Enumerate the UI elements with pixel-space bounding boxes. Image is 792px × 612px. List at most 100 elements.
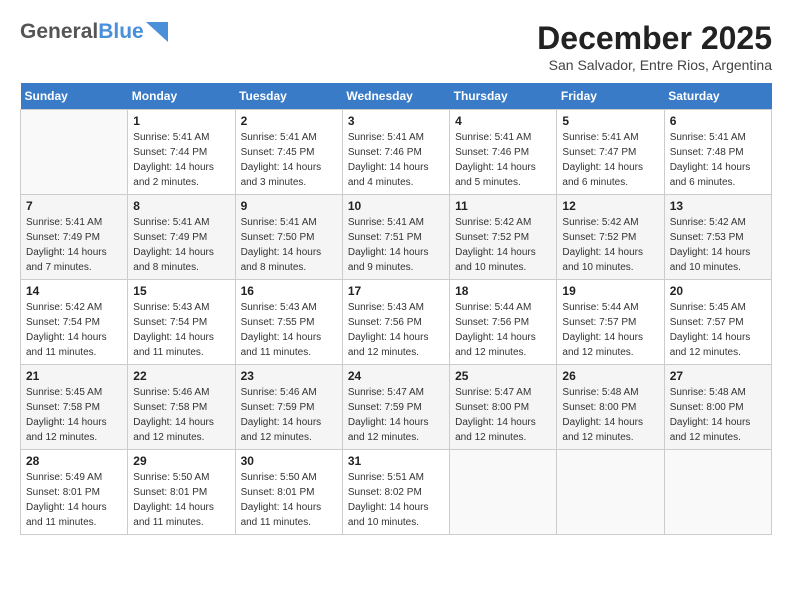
day-info: Sunrise: 5:43 AMSunset: 7:55 PMDaylight:… [241,300,337,360]
calendar-cell: 15Sunrise: 5:43 AMSunset: 7:54 PMDayligh… [128,280,235,365]
day-info: Sunrise: 5:42 AMSunset: 7:54 PMDaylight:… [26,300,122,360]
day-number: 11 [455,199,551,213]
day-number: 5 [562,114,658,128]
day-info: Sunrise: 5:41 AMSunset: 7:45 PMDaylight:… [241,130,337,190]
day-info: Sunrise: 5:41 AMSunset: 7:49 PMDaylight:… [26,215,122,275]
day-info: Sunrise: 5:49 AMSunset: 8:01 PMDaylight:… [26,470,122,530]
day-info: Sunrise: 5:47 AMSunset: 7:59 PMDaylight:… [348,385,444,445]
day-info: Sunrise: 5:46 AMSunset: 7:58 PMDaylight:… [133,385,229,445]
day-number: 9 [241,199,337,213]
calendar-cell: 1Sunrise: 5:41 AMSunset: 7:44 PMDaylight… [128,110,235,195]
day-number: 2 [241,114,337,128]
day-number: 16 [241,284,337,298]
day-info: Sunrise: 5:41 AMSunset: 7:48 PMDaylight:… [670,130,766,190]
day-info: Sunrise: 5:48 AMSunset: 8:00 PMDaylight:… [562,385,658,445]
calendar-cell: 19Sunrise: 5:44 AMSunset: 7:57 PMDayligh… [557,280,664,365]
calendar-cell: 4 Sunrise: 5:41 AMSunset: 7:46 PMDaylight… [450,110,557,195]
day-number: 7 [26,199,122,213]
calendar-cell: 2 Sunrise: 5:41 AMSunset: 7:45 PMDaylight… [235,110,342,195]
logo-general: General [20,20,98,44]
day-info: Sunrise: 5:48 AMSunset: 8:00 PMDaylight:… [670,385,766,445]
col-monday: Monday [128,83,235,110]
calendar-cell [664,450,771,535]
location: San Salvador, Entre Rios, Argentina [537,57,772,73]
calendar-cell: 6 Sunrise: 5:41 AMSunset: 7:48 PMDaylight… [664,110,771,195]
calendar-cell: 26 Sunrise: 5:48 AMSunset: 8:00 PMDayligh… [557,365,664,450]
day-number: 29 [133,454,229,468]
calendar-cell: 13 Sunrise: 5:42 AMSunset: 7:53 PMDayligh… [664,195,771,280]
calendar-week-3: 14 Sunrise: 5:42 AMSunset: 7:54 PMDayligh… [21,280,772,365]
calendar-cell: 29 Sunrise: 5:50 AMSunset: 8:01 PMDayligh… [128,450,235,535]
calendar-table: Sunday Monday Tuesday Wednesday Thursday… [20,83,772,535]
calendar-cell: 11 Sunrise: 5:42 AMSunset: 7:52 PMDayligh… [450,195,557,280]
day-info: Sunrise: 5:41 AMSunset: 7:46 PMDaylight:… [455,130,551,190]
day-info: Sunrise: 5:47 AMSunset: 8:00 PMDaylight:… [455,385,551,445]
month-title: December 2025 [537,20,772,57]
day-number: 6 [670,114,766,128]
calendar-cell: 7 Sunrise: 5:41 AMSunset: 7:49 PMDaylight… [21,195,128,280]
logo-blue: Blue [98,20,144,44]
logo-icon [146,22,168,42]
calendar-week-2: 7 Sunrise: 5:41 AMSunset: 7:49 PMDaylight… [21,195,772,280]
day-info: Sunrise: 5:42 AMSunset: 7:53 PMDaylight:… [670,215,766,275]
day-number: 3 [348,114,444,128]
calendar-cell: 31 Sunrise: 5:51 AMSunset: 8:02 PMDayligh… [342,450,449,535]
day-number: 13 [670,199,766,213]
day-number: 14 [26,284,122,298]
col-wednesday: Wednesday [342,83,449,110]
calendar-cell: 23Sunrise: 5:46 AMSunset: 7:59 PMDayligh… [235,365,342,450]
col-saturday: Saturday [664,83,771,110]
day-info: Sunrise: 5:43 AMSunset: 7:56 PMDaylight:… [348,300,444,360]
day-number: 30 [241,454,337,468]
day-info: Sunrise: 5:42 AMSunset: 7:52 PMDaylight:… [455,215,551,275]
col-thursday: Thursday [450,83,557,110]
calendar-cell [21,110,128,195]
calendar-cell: 12 Sunrise: 5:42 AMSunset: 7:52 PMDayligh… [557,195,664,280]
day-number: 25 [455,369,551,383]
calendar-cell: 16 Sunrise: 5:43 AMSunset: 7:55 PMDayligh… [235,280,342,365]
day-number: 4 [455,114,551,128]
day-number: 28 [26,454,122,468]
calendar-cell: 20 Sunrise: 5:45 AMSunset: 7:57 PMDayligh… [664,280,771,365]
day-info: Sunrise: 5:50 AMSunset: 8:01 PMDaylight:… [133,470,229,530]
day-number: 12 [562,199,658,213]
day-info: Sunrise: 5:41 AMSunset: 7:46 PMDaylight:… [348,130,444,190]
calendar-cell: 22 Sunrise: 5:46 AMSunset: 7:58 PMDayligh… [128,365,235,450]
day-number: 21 [26,369,122,383]
day-number: 15 [133,284,229,298]
calendar-cell: 10 Sunrise: 5:41 AMSunset: 7:51 PMDayligh… [342,195,449,280]
day-number: 10 [348,199,444,213]
calendar-cell [557,450,664,535]
day-info: Sunrise: 5:41 AMSunset: 7:49 PMDaylight:… [133,215,229,275]
calendar-cell: 27 Sunrise: 5:48 AMSunset: 8:00 PMDayligh… [664,365,771,450]
day-info: Sunrise: 5:44 AMSunset: 7:56 PMDaylight:… [455,300,551,360]
col-friday: Friday [557,83,664,110]
day-info: Sunrise: 5:45 AMSunset: 7:58 PMDaylight:… [26,385,122,445]
day-info: Sunrise: 5:44 AMSunset: 7:57 PMDaylight:… [562,300,658,360]
calendar-cell: 18 Sunrise: 5:44 AMSunset: 7:56 PMDayligh… [450,280,557,365]
day-number: 18 [455,284,551,298]
calendar-cell [450,450,557,535]
col-tuesday: Tuesday [235,83,342,110]
calendar-cell: 17Sunrise: 5:43 AMSunset: 7:56 PMDayligh… [342,280,449,365]
day-info: Sunrise: 5:51 AMSunset: 8:02 PMDaylight:… [348,470,444,530]
calendar-cell: 30 Sunrise: 5:50 AMSunset: 8:01 PMDayligh… [235,450,342,535]
day-number: 22 [133,369,229,383]
day-info: Sunrise: 5:41 AMSunset: 7:44 PMDaylight:… [133,130,229,190]
day-number: 31 [348,454,444,468]
calendar-week-1: 1Sunrise: 5:41 AMSunset: 7:44 PMDaylight… [21,110,772,195]
day-info: Sunrise: 5:42 AMSunset: 7:52 PMDaylight:… [562,215,658,275]
day-number: 8 [133,199,229,213]
day-number: 20 [670,284,766,298]
day-info: Sunrise: 5:41 AMSunset: 7:51 PMDaylight:… [348,215,444,275]
day-info: Sunrise: 5:45 AMSunset: 7:57 PMDaylight:… [670,300,766,360]
day-info: Sunrise: 5:50 AMSunset: 8:01 PMDaylight:… [241,470,337,530]
calendar-cell: 3 Sunrise: 5:41 AMSunset: 7:46 PMDaylight… [342,110,449,195]
calendar-cell: 25 Sunrise: 5:47 AMSunset: 8:00 PMDayligh… [450,365,557,450]
day-number: 26 [562,369,658,383]
calendar-cell: 24Sunrise: 5:47 AMSunset: 7:59 PMDayligh… [342,365,449,450]
calendar-header-row: Sunday Monday Tuesday Wednesday Thursday… [21,83,772,110]
calendar-cell: 28 Sunrise: 5:49 AMSunset: 8:01 PMDayligh… [21,450,128,535]
calendar-cell: 14 Sunrise: 5:42 AMSunset: 7:54 PMDayligh… [21,280,128,365]
day-number: 27 [670,369,766,383]
